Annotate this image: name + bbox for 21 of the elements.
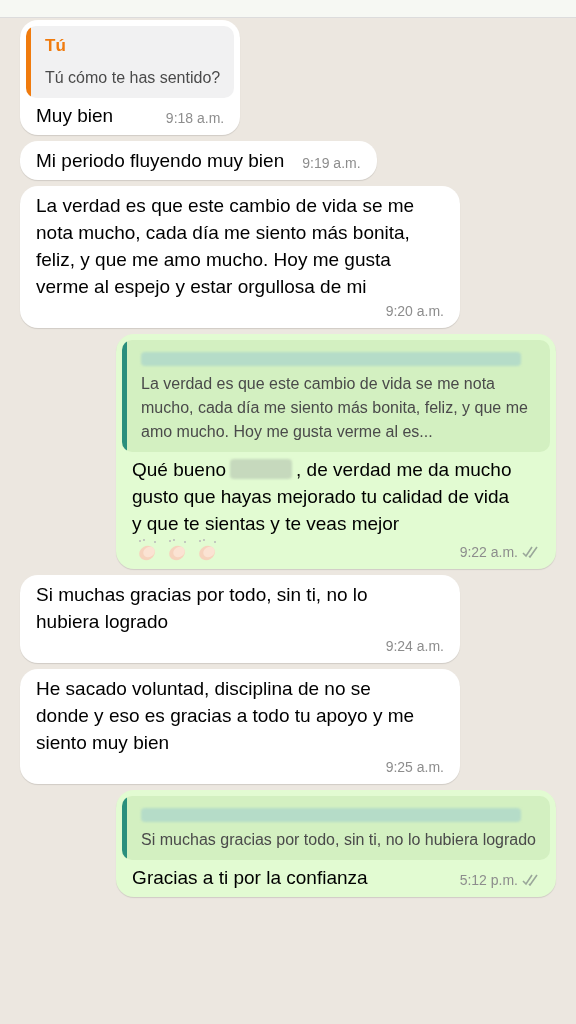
quote-text: Tú cómo te has sentido? — [45, 68, 221, 88]
quote-text: Si muchas gracias por todo, sin ti, no lo hubiera logrado — [141, 830, 536, 850]
message-text: Mi periodo fluyendo muy bien — [36, 149, 285, 173]
message-text: He sacado voluntad, disciplina de no se donde y eso es gracias a todo tu apoyo y me siento muy bien — [36, 677, 416, 755]
message-time: 9:20 a.m. — [385, 302, 444, 321]
quote-text: La verdad es que este cambio de vida se me nota mucho, cada día me siento más bonita, feliz, y que me amo mucho. Hoy me gusta verme al es... — [141, 374, 529, 442]
message-time: 9:22 a.m. — [459, 543, 518, 562]
quoted-message[interactable]: Tú Tú cómo te has sentido? — [26, 26, 235, 98]
quoted-message[interactable]: Si muchas gracias por todo, sin ti, no lo hubiera logrado — [122, 796, 550, 860]
message-time: 9:24 a.m. — [385, 637, 444, 656]
message-text: La verdad es que este cambio de vida se me nota mucho, cada día me siento más bonita, feliz, y que me amo mucho. Hoy me gusta verme al espejo y estar orgullosa de mi — [36, 194, 416, 299]
message-time: 9:18 a.m. — [165, 109, 225, 128]
quote-sender: Tú — [45, 35, 67, 57]
message-text: Si muchas gracias por todo, sin ti, no lo hubiera logrado — [36, 583, 369, 634]
message-time: 9:19 a.m. — [302, 154, 361, 173]
message-text: Qué bueno , de verdad me da mucho gusto que hayas mejorado tu calidad de vida y que te sientas y te veas mejor — [132, 458, 513, 536]
message-time: 9:25 a.m. — [385, 758, 444, 777]
message-text: Muy bien — [36, 104, 114, 128]
message-text: Gracias a ti por la confianza — [132, 866, 368, 890]
quoted-message[interactable]: La verdad es que este cambio de vida se me nota mucho, cada día me siento más bonita, feliz, y que me amo mucho. Hoy me gusta verme al es... — [122, 340, 550, 452]
message-time: 5:12 p.m. — [459, 871, 518, 890]
